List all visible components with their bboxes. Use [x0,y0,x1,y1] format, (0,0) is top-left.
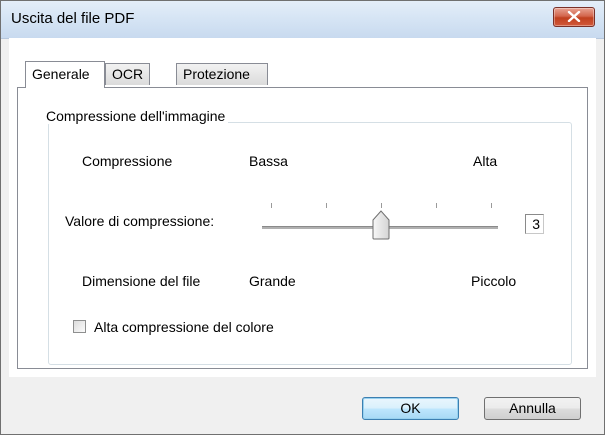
file-size-label: Dimensione del file [82,273,201,289]
window-title: Uscita del file PDF [11,10,135,27]
color-compression-label[interactable]: Alta compressione del colore [94,319,274,335]
ok-button[interactable]: OK [362,397,459,420]
title-bar[interactable]: Uscita del file PDF [1,1,604,39]
slider-tick [326,203,327,208]
small-label: Piccolo [471,273,517,289]
close-button[interactable] [553,7,595,27]
slider-tick [491,203,492,208]
compression-value-field[interactable]: 3 [525,214,544,234]
tab-generale[interactable]: Generale [25,61,105,88]
compression-slider-thumb[interactable] [372,210,390,240]
tab-protezione[interactable]: Protezione [176,63,268,85]
low-label: Bassa [249,153,288,169]
compression-label: Compressione [82,153,173,169]
group-title: Compressione dell'immagine [43,108,229,124]
color-compression-checkbox[interactable] [73,320,86,333]
high-label: Alta [473,153,498,169]
compression-value-label: Valore di compressione: [65,213,215,229]
large-label: Grande [249,273,296,289]
tab-ocr[interactable]: OCR [105,63,150,85]
slider-tick [436,203,437,208]
slider-tick [271,203,272,208]
slider-tick [381,203,382,208]
cancel-button[interactable]: Annulla [484,397,581,420]
close-icon [567,11,581,22]
pdf-output-dialog: Uscita del file PDF Generale OCR Protezi… [0,0,605,435]
